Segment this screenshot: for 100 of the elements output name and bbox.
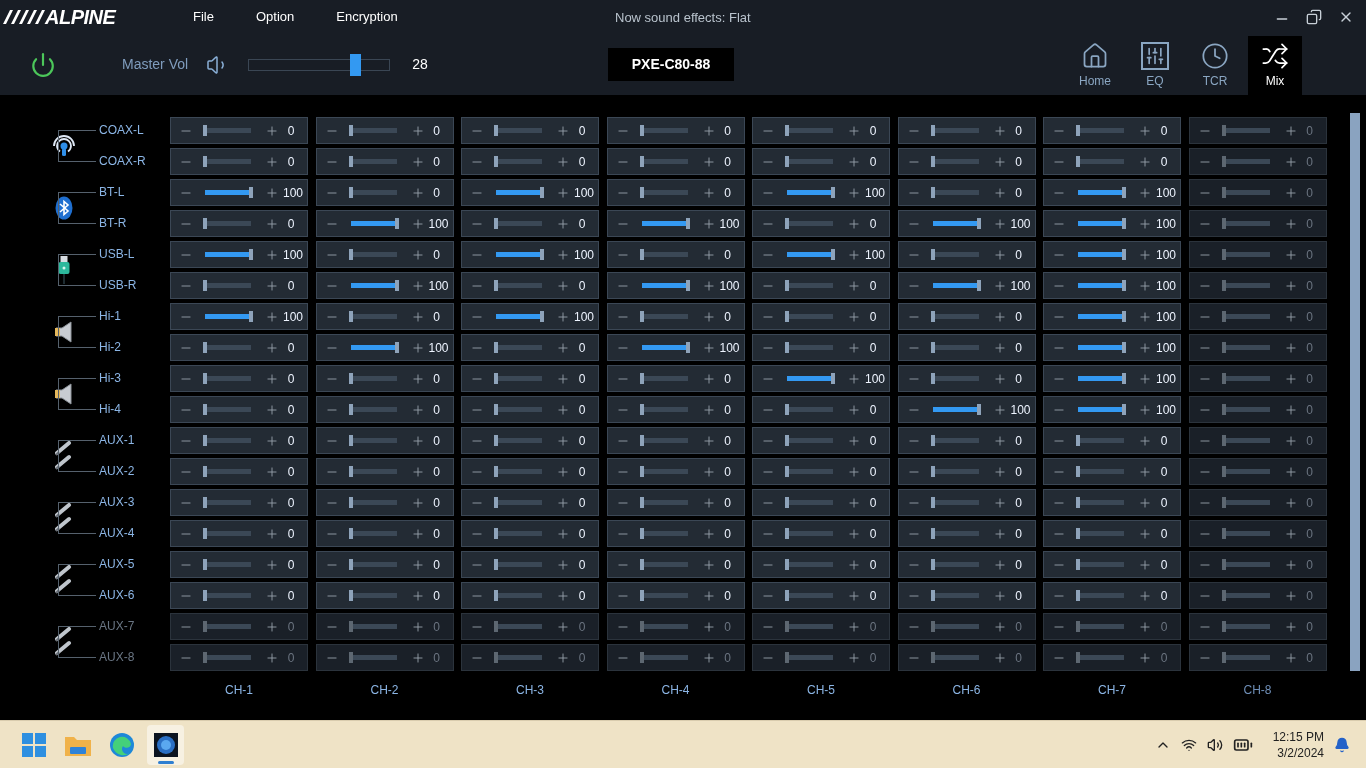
slider-track[interactable] — [496, 466, 542, 477]
plus-icon[interactable] — [265, 433, 279, 448]
slider-thumb[interactable] — [394, 342, 399, 353]
plus-icon[interactable] — [992, 619, 1007, 634]
slider-thumb[interactable] — [930, 311, 935, 322]
slider-thumb[interactable] — [203, 125, 207, 136]
plus-icon[interactable] — [847, 495, 861, 510]
plus-icon[interactable] — [847, 402, 861, 417]
plus-icon[interactable] — [1138, 123, 1152, 138]
slider-thumb[interactable] — [348, 466, 353, 477]
plus-icon[interactable] — [556, 495, 570, 510]
slider-thumb[interactable] — [203, 435, 207, 446]
plus-icon[interactable] — [410, 123, 425, 138]
slider-track[interactable] — [350, 156, 397, 167]
clock-date[interactable]: 3/2/2024 — [1277, 744, 1324, 761]
slider-thumb[interactable] — [1076, 156, 1080, 167]
plus-icon[interactable] — [847, 464, 861, 479]
slider-thumb[interactable] — [249, 311, 253, 322]
slider-thumb[interactable] — [685, 218, 690, 229]
slider-thumb[interactable] — [203, 559, 207, 570]
slider-track[interactable] — [496, 156, 542, 167]
slider-track[interactable] — [932, 621, 979, 632]
slider-track[interactable] — [1078, 249, 1124, 260]
plus-icon[interactable] — [410, 216, 425, 231]
plus-icon[interactable] — [1283, 278, 1298, 293]
plus-icon[interactable] — [556, 526, 570, 541]
slider-thumb[interactable] — [494, 125, 498, 136]
slider-track[interactable] — [932, 249, 979, 260]
slider-thumb[interactable] — [494, 435, 498, 446]
plus-icon[interactable] — [847, 247, 861, 262]
slider-track[interactable] — [496, 652, 542, 663]
slider-thumb[interactable] — [203, 528, 207, 539]
slider-track[interactable] — [641, 125, 688, 136]
plus-icon[interactable] — [265, 278, 279, 293]
slider-thumb[interactable] — [1221, 156, 1226, 167]
plus-icon[interactable] — [410, 154, 425, 169]
slider-thumb[interactable] — [249, 249, 253, 260]
plus-icon[interactable] — [701, 464, 716, 479]
slider-thumb[interactable] — [785, 497, 789, 508]
slider-track[interactable] — [1078, 435, 1124, 446]
plus-icon[interactable] — [992, 185, 1007, 200]
plus-icon[interactable] — [265, 371, 279, 386]
plus-icon[interactable] — [701, 433, 716, 448]
slider-track[interactable] — [641, 311, 688, 322]
plus-icon[interactable] — [1283, 185, 1298, 200]
slider-track[interactable] — [932, 435, 979, 446]
slider-thumb[interactable] — [930, 466, 935, 477]
slider-track[interactable] — [350, 435, 397, 446]
slider-thumb[interactable] — [639, 559, 644, 570]
slider-thumb[interactable] — [930, 528, 935, 539]
slider-track[interactable] — [496, 187, 542, 198]
plus-icon[interactable] — [847, 278, 861, 293]
slider-track[interactable] — [1078, 652, 1124, 663]
slider-track[interactable] — [1223, 311, 1270, 322]
slider-track[interactable] — [641, 559, 688, 570]
plus-icon[interactable] — [1138, 619, 1152, 634]
nav-tab[interactable]: TCR — [1188, 36, 1242, 95]
slider-track[interactable] — [496, 373, 542, 384]
slider-track[interactable] — [496, 311, 542, 322]
slider-thumb[interactable] — [494, 466, 498, 477]
slider-track[interactable] — [787, 435, 833, 446]
plus-icon[interactable] — [701, 557, 716, 572]
slider-track[interactable] — [350, 621, 397, 632]
slider-thumb[interactable] — [639, 497, 644, 508]
volume-icon[interactable] — [1206, 736, 1223, 753]
slider-thumb[interactable] — [1122, 404, 1126, 415]
slider-thumb[interactable] — [785, 559, 789, 570]
slider-track[interactable] — [787, 125, 833, 136]
plus-icon[interactable] — [556, 123, 570, 138]
slider-thumb[interactable] — [1122, 342, 1126, 353]
slider-thumb[interactable] — [348, 404, 353, 415]
slider-thumb[interactable] — [203, 373, 207, 384]
slider-track[interactable] — [350, 311, 397, 322]
slider-track[interactable] — [1223, 249, 1270, 260]
plus-icon[interactable] — [701, 340, 716, 355]
slider-track[interactable] — [205, 156, 251, 167]
slider-track[interactable] — [932, 218, 979, 229]
slider-thumb[interactable] — [785, 218, 789, 229]
slider-thumb[interactable] — [1221, 497, 1226, 508]
slider-thumb[interactable] — [1221, 466, 1226, 477]
plus-icon[interactable] — [410, 340, 425, 355]
slider-thumb[interactable] — [930, 435, 935, 446]
plus-icon[interactable] — [556, 464, 570, 479]
slider-thumb[interactable] — [930, 342, 935, 353]
slider-track[interactable] — [641, 187, 688, 198]
plus-icon[interactable] — [410, 247, 425, 262]
slider-thumb[interactable] — [1122, 187, 1126, 198]
slider-track[interactable] — [932, 125, 979, 136]
slider-track[interactable] — [787, 528, 833, 539]
plus-icon[interactable] — [556, 216, 570, 231]
slider-track[interactable] — [787, 311, 833, 322]
slider-thumb[interactable] — [1221, 187, 1226, 198]
slider-track[interactable] — [1223, 652, 1270, 663]
slider-thumb[interactable] — [831, 373, 835, 384]
plus-icon[interactable] — [701, 650, 716, 665]
plus-icon[interactable] — [556, 247, 570, 262]
slider-thumb[interactable] — [348, 373, 353, 384]
slider-thumb[interactable] — [685, 342, 690, 353]
slider-thumb[interactable] — [1122, 373, 1126, 384]
slider-track[interactable] — [641, 621, 688, 632]
